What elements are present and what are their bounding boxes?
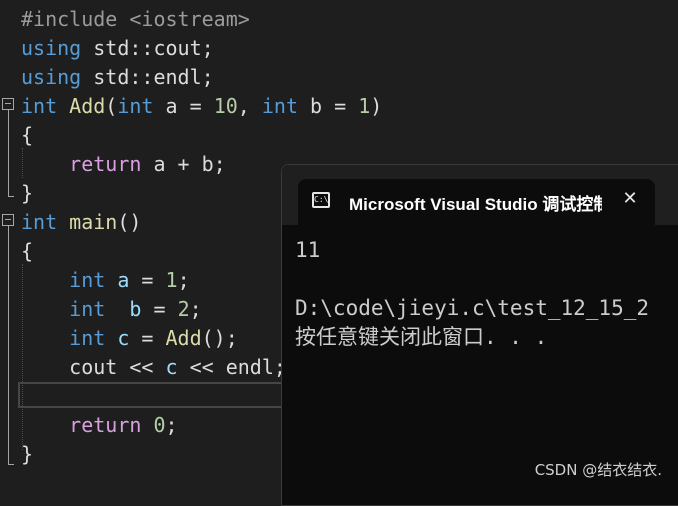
code-token: int	[69, 326, 106, 350]
code-line[interactable]: int Add(int a = 10, int b = 1)	[21, 92, 382, 121]
code-token: b =	[298, 94, 359, 118]
code-token: b	[129, 297, 142, 321]
code-token: c	[165, 355, 178, 379]
code-token: )	[370, 94, 383, 118]
code-line[interactable]: using std::cout;	[21, 34, 214, 63]
code-token: a + b;	[141, 152, 226, 176]
code-token: using	[21, 65, 82, 89]
code-token: 10	[213, 94, 238, 118]
code-token: int	[117, 94, 154, 118]
console-tab[interactable]: C:\ Microsoft Visual Studio 调试控制台 ✕	[298, 179, 655, 225]
code-token: =	[129, 326, 166, 350]
current-line-highlight	[18, 382, 318, 408]
code-token: {	[21, 123, 34, 147]
code-token: }	[21, 442, 34, 466]
console-tab-title: Microsoft Visual Studio 调试控制台	[349, 195, 602, 214]
code-token: int	[21, 94, 58, 118]
code-token: int	[69, 268, 106, 292]
terminal-icon: C:\	[312, 192, 330, 208]
code-token: (	[105, 94, 118, 118]
code-token: using	[21, 36, 82, 60]
code-line[interactable]: using std::endl;	[21, 63, 214, 92]
fold-guide-end	[8, 464, 14, 465]
code-token: std::cout;	[81, 36, 214, 60]
close-icon[interactable]: ✕	[618, 187, 642, 211]
code-line[interactable]: int main()	[21, 208, 141, 237]
watermark: CSDN @结衣结衣.	[534, 461, 662, 479]
code-line[interactable]: return a + b;	[21, 150, 226, 179]
code-line[interactable]: cout << c << endl;	[21, 353, 286, 382]
fold-guide-add	[8, 110, 9, 196]
code-token: Add	[165, 326, 202, 350]
code-token: 2	[177, 297, 190, 321]
code-line[interactable]: #include <iostream>	[21, 5, 250, 34]
code-token: ;	[189, 297, 202, 321]
code-token: int	[21, 210, 58, 234]
code-token: {	[21, 239, 34, 263]
code-line[interactable]: {	[21, 121, 33, 150]
code-token: ;	[165, 413, 178, 437]
code-token: #include	[21, 7, 130, 31]
code-token: 1	[165, 268, 178, 292]
code-token: =	[141, 297, 178, 321]
code-line[interactable]: int a = 1;	[21, 266, 190, 295]
code-token: std::endl;	[81, 65, 214, 89]
collapse-main-icon[interactable]	[2, 214, 14, 226]
code-line[interactable]: }	[21, 179, 33, 208]
code-token: return	[69, 413, 142, 437]
console-output-line: D:\code\jieyi.c\test_12_15_2	[295, 296, 650, 320]
code-token: ();	[201, 326, 238, 350]
code-token: }	[21, 181, 34, 205]
console-output-line: 按任意键关闭此窗口. . .	[295, 325, 548, 349]
code-token: main	[69, 210, 118, 234]
code-token: int	[261, 94, 298, 118]
code-token: ;	[177, 268, 190, 292]
code-token: a	[117, 268, 130, 292]
code-line[interactable]: int c = Add();	[21, 324, 238, 353]
code-token: =	[129, 268, 166, 292]
code-token: ,	[237, 94, 262, 118]
code-token: c	[117, 326, 130, 350]
code-line[interactable]: return 0;	[21, 411, 178, 440]
console-output: 11 D:\code\jieyi.c\test_12_15_2 按任意键关闭此窗…	[295, 236, 678, 352]
console-output-line: 11	[295, 238, 321, 262]
code-token: return	[69, 152, 142, 176]
console-titlebar[interactable]: C:\ Microsoft Visual Studio 调试控制台 ✕	[282, 165, 678, 225]
code-line[interactable]: int b = 2;	[21, 295, 202, 324]
code-token: <iostream>	[129, 7, 250, 31]
code-token: 1	[358, 94, 371, 118]
fold-guide-main	[8, 226, 9, 464]
collapse-add-icon[interactable]	[2, 98, 14, 110]
code-token: a =	[153, 94, 214, 118]
code-line[interactable]: {	[21, 237, 33, 266]
code-token: 0	[153, 413, 166, 437]
fold-guide-end	[8, 196, 14, 197]
code-token: int	[69, 297, 106, 321]
code-token: Add	[69, 94, 106, 118]
code-token: cout <<	[21, 355, 166, 379]
code-token: << endl;	[177, 355, 286, 379]
code-token: ()	[117, 210, 142, 234]
debug-console-window[interactable]: C:\ Microsoft Visual Studio 调试控制台 ✕ 11 D…	[281, 164, 678, 506]
code-line[interactable]: }	[21, 440, 33, 469]
